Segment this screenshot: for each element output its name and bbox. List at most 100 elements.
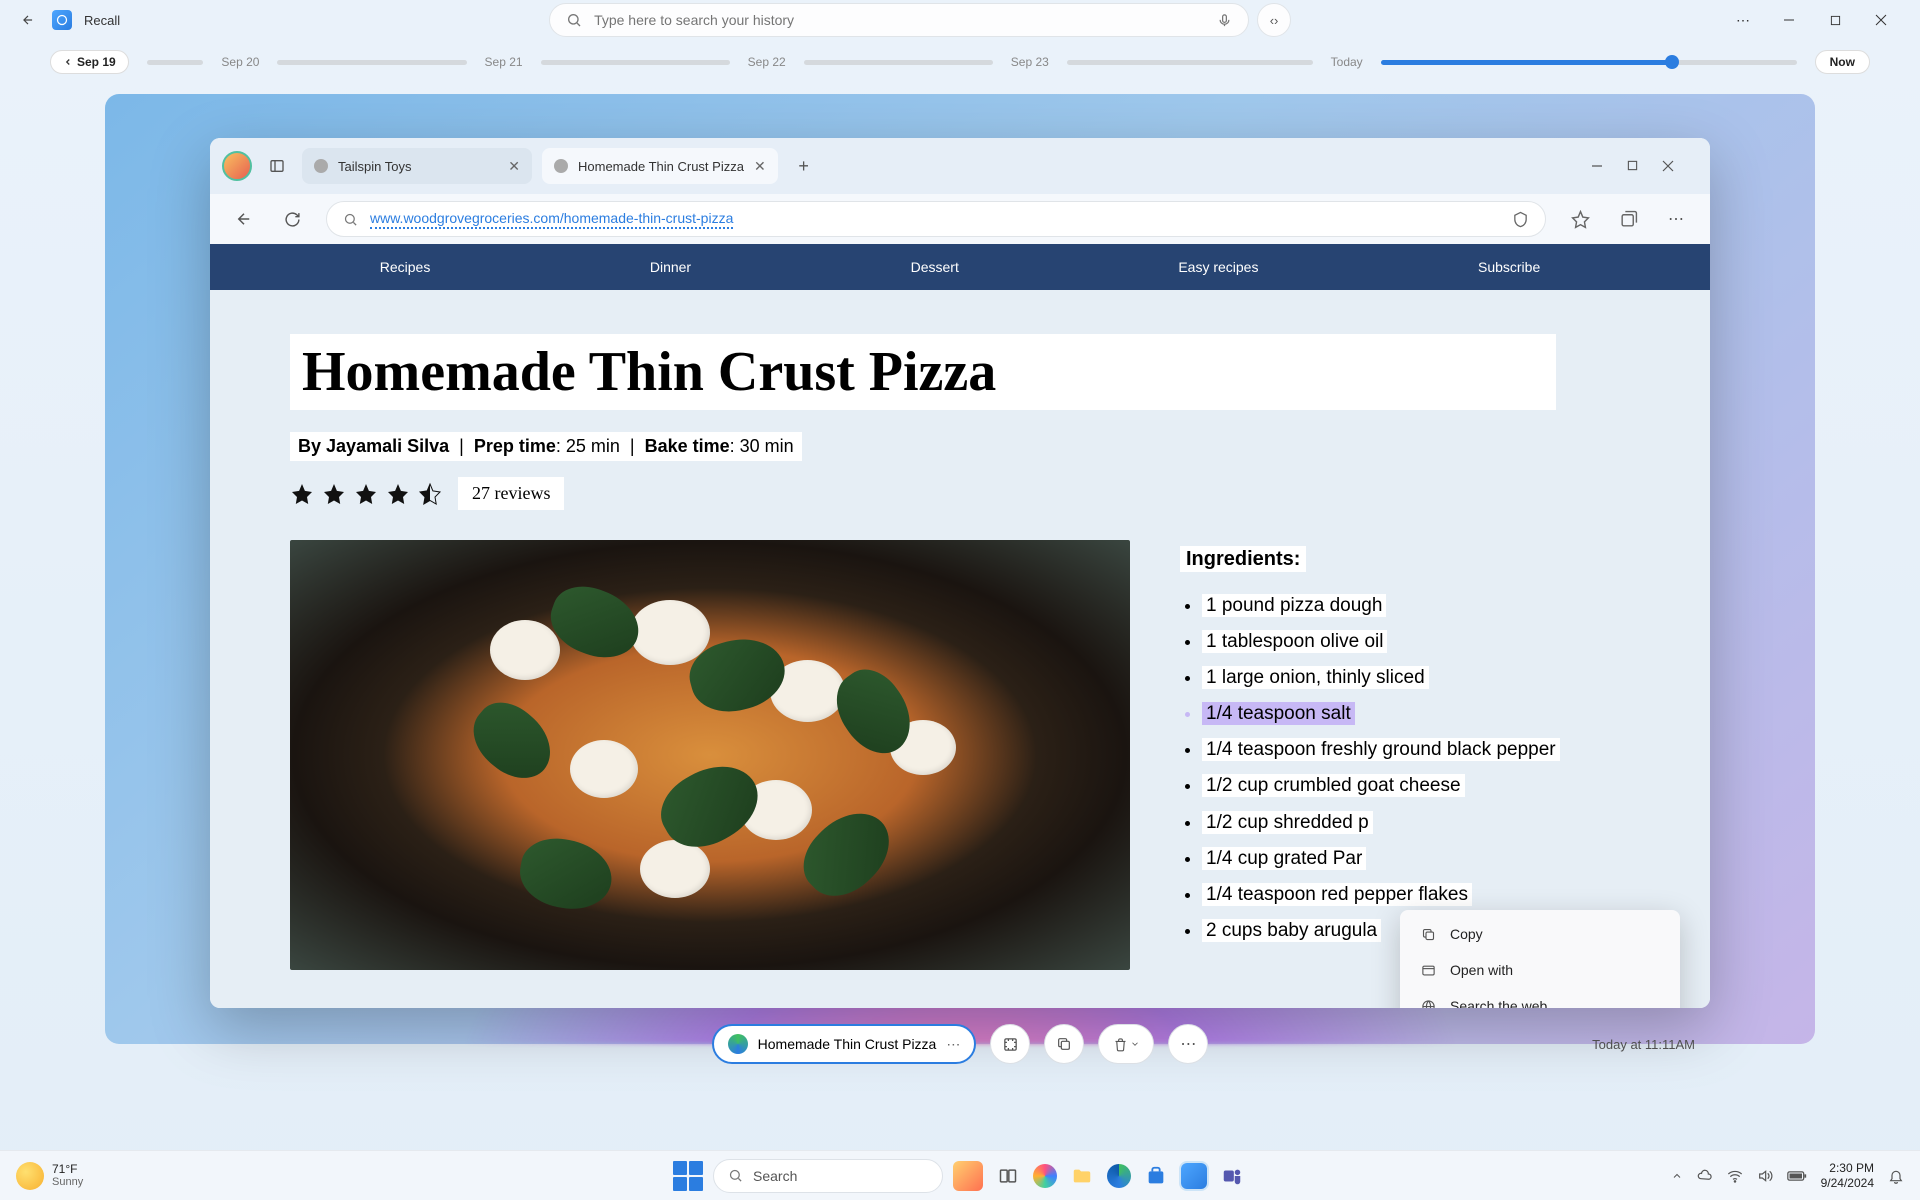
sun-icon: [16, 1162, 44, 1190]
recipe-title: Homemade Thin Crust Pizza: [290, 334, 1556, 410]
weather-condition: Sunny: [52, 1176, 83, 1189]
search-icon: [728, 1168, 743, 1183]
tracking-prevention-icon[interactable]: [1512, 211, 1529, 228]
context-menu-open-with[interactable]: Open with: [1406, 952, 1674, 988]
collections-button[interactable]: [1614, 205, 1642, 233]
copy-icon: [1420, 926, 1436, 942]
ingredients-heading: Ingredients:: [1180, 540, 1560, 578]
search-input[interactable]: [594, 12, 1205, 28]
minimize-button[interactable]: [1766, 4, 1812, 36]
browser-menu-button[interactable]: ⋯: [1662, 205, 1690, 233]
browser-tab-inactive[interactable]: Tailspin Toys ✕: [302, 148, 532, 184]
browser-tab-active[interactable]: Homemade Thin Crust Pizza ✕: [542, 148, 778, 184]
timeline-date: Sep 22: [748, 55, 786, 69]
timeline-segment[interactable]: [277, 60, 466, 65]
search-icon: [343, 212, 358, 227]
timeline-now-button[interactable]: Now: [1815, 50, 1870, 74]
ingredients-list: Ingredients: 1 pound pizza dough 1 table…: [1180, 540, 1560, 970]
timeline-date: Sep 20: [221, 55, 259, 69]
back-button[interactable]: [16, 8, 40, 32]
tab-close-button[interactable]: ✕: [754, 158, 766, 175]
mic-icon[interactable]: [1217, 13, 1232, 28]
more-icon[interactable]: ⋯: [946, 1036, 960, 1053]
favorites-button[interactable]: [1566, 205, 1594, 233]
nav-link-easy[interactable]: Easy recipes: [1178, 259, 1258, 275]
nav-link-subscribe[interactable]: Subscribe: [1478, 259, 1540, 275]
taskbar-app-1[interactable]: [953, 1161, 983, 1191]
explorer-icon[interactable]: [1067, 1161, 1097, 1191]
context-menu-search-web[interactable]: Search the web: [1406, 988, 1674, 1008]
star-icon: [386, 482, 410, 506]
timeline-today-segment[interactable]: [1381, 60, 1797, 65]
delete-snapshot-button[interactable]: [1098, 1024, 1154, 1064]
timeline-segment[interactable]: [147, 60, 204, 65]
browser-refresh-button[interactable]: [278, 205, 306, 233]
nav-link-recipes[interactable]: Recipes: [380, 259, 431, 275]
edge-icon: [728, 1034, 748, 1054]
tray-battery-icon[interactable]: [1787, 1170, 1807, 1182]
tab-close-button[interactable]: ✕: [508, 158, 520, 175]
timeline-date: Sep 23: [1011, 55, 1049, 69]
timeline-segment[interactable]: [1067, 60, 1313, 65]
timeline-date: Sep 21: [485, 55, 523, 69]
timeline-segment[interactable]: [541, 60, 730, 65]
taskview-icon[interactable]: [993, 1161, 1023, 1191]
code-button[interactable]: ‹›: [1257, 3, 1291, 37]
tray-volume-icon[interactable]: [1757, 1168, 1773, 1184]
browser-maximize-button[interactable]: [1627, 160, 1638, 172]
tray-notifications-icon[interactable]: [1888, 1168, 1904, 1184]
store-icon[interactable]: [1141, 1161, 1171, 1191]
browser-minimize-button[interactable]: [1591, 160, 1603, 172]
snapshot-more-button[interactable]: ⋯: [1168, 1024, 1208, 1064]
browser-back-button[interactable]: [230, 205, 258, 233]
profile-avatar[interactable]: [222, 151, 252, 181]
browser-window: Tailspin Toys ✕ Homemade Thin Crust Pizz…: [210, 138, 1710, 1008]
more-button[interactable]: ⋯: [1720, 4, 1766, 36]
timeline-today-label: Today: [1331, 55, 1363, 69]
teams-icon[interactable]: [1217, 1161, 1247, 1191]
recall-taskbar-icon[interactable]: [1181, 1163, 1207, 1189]
ingredient-item: 1 large onion, thinly sliced: [1202, 660, 1560, 696]
tray-onedrive-icon[interactable]: [1697, 1168, 1713, 1184]
maximize-button[interactable]: [1812, 4, 1858, 36]
context-menu-copy[interactable]: Copy: [1406, 916, 1674, 952]
tray-clock[interactable]: 2:30 PM 9/24/2024: [1821, 1161, 1874, 1191]
review-count[interactable]: 27 reviews: [458, 477, 564, 510]
copy-snapshot-button[interactable]: [1044, 1024, 1084, 1064]
history-search-bar[interactable]: [549, 3, 1249, 37]
address-bar[interactable]: www.woodgrovegroceries.com/homemade-thin…: [326, 201, 1546, 237]
new-tab-button[interactable]: +: [788, 150, 820, 182]
url-text: www.woodgrovegroceries.com/homemade-thin…: [370, 210, 733, 229]
tray-chevron-icon[interactable]: [1671, 1170, 1683, 1182]
ingredient-item: 1 pound pizza dough: [1202, 588, 1560, 624]
crop-button[interactable]: [990, 1024, 1030, 1064]
nav-link-dessert[interactable]: Dessert: [911, 259, 959, 275]
tab-title: Homemade Thin Crust Pizza: [578, 159, 744, 174]
site-navigation: Recipes Dinner Dessert Easy recipes Subs…: [210, 244, 1710, 290]
copilot-icon[interactable]: [1033, 1164, 1057, 1188]
ingredient-item: 1/4 cup grated Par: [1202, 841, 1560, 877]
context-menu: Copy Open with Search the web: [1400, 910, 1680, 1008]
timeline-current-date[interactable]: Sep 19: [50, 50, 129, 74]
ingredient-item: 1/2 cup shredded p: [1202, 805, 1560, 841]
close-button[interactable]: [1858, 4, 1904, 36]
star-rating: [290, 482, 442, 506]
chevron-left-icon: [63, 57, 73, 67]
app-title: Recall: [84, 13, 120, 28]
ingredient-item: 1 tablespoon olive oil: [1202, 624, 1560, 660]
ingredient-item: 1/4 teaspoon red pepper flakes: [1202, 877, 1560, 913]
edge-icon[interactable]: [1107, 1164, 1131, 1188]
taskbar-search[interactable]: Search: [713, 1159, 943, 1193]
recipe-byline: By Jayamali Silva | Prep time: 25 min | …: [290, 432, 1630, 461]
weather-widget[interactable]: 71°F Sunny: [16, 1162, 83, 1190]
tray-wifi-icon[interactable]: [1727, 1168, 1743, 1184]
start-button[interactable]: [673, 1161, 703, 1191]
tab-overview-button[interactable]: [262, 151, 292, 181]
nav-link-dinner[interactable]: Dinner: [650, 259, 691, 275]
weather-temp: 71°F: [52, 1162, 83, 1176]
browser-close-button[interactable]: [1662, 160, 1674, 172]
ingredient-item: 1/2 cup crumbled goat cheese: [1202, 768, 1560, 804]
source-app-pill[interactable]: Homemade Thin Crust Pizza ⋯: [712, 1024, 977, 1064]
timeline-segment[interactable]: [804, 60, 993, 65]
star-icon: [290, 482, 314, 506]
